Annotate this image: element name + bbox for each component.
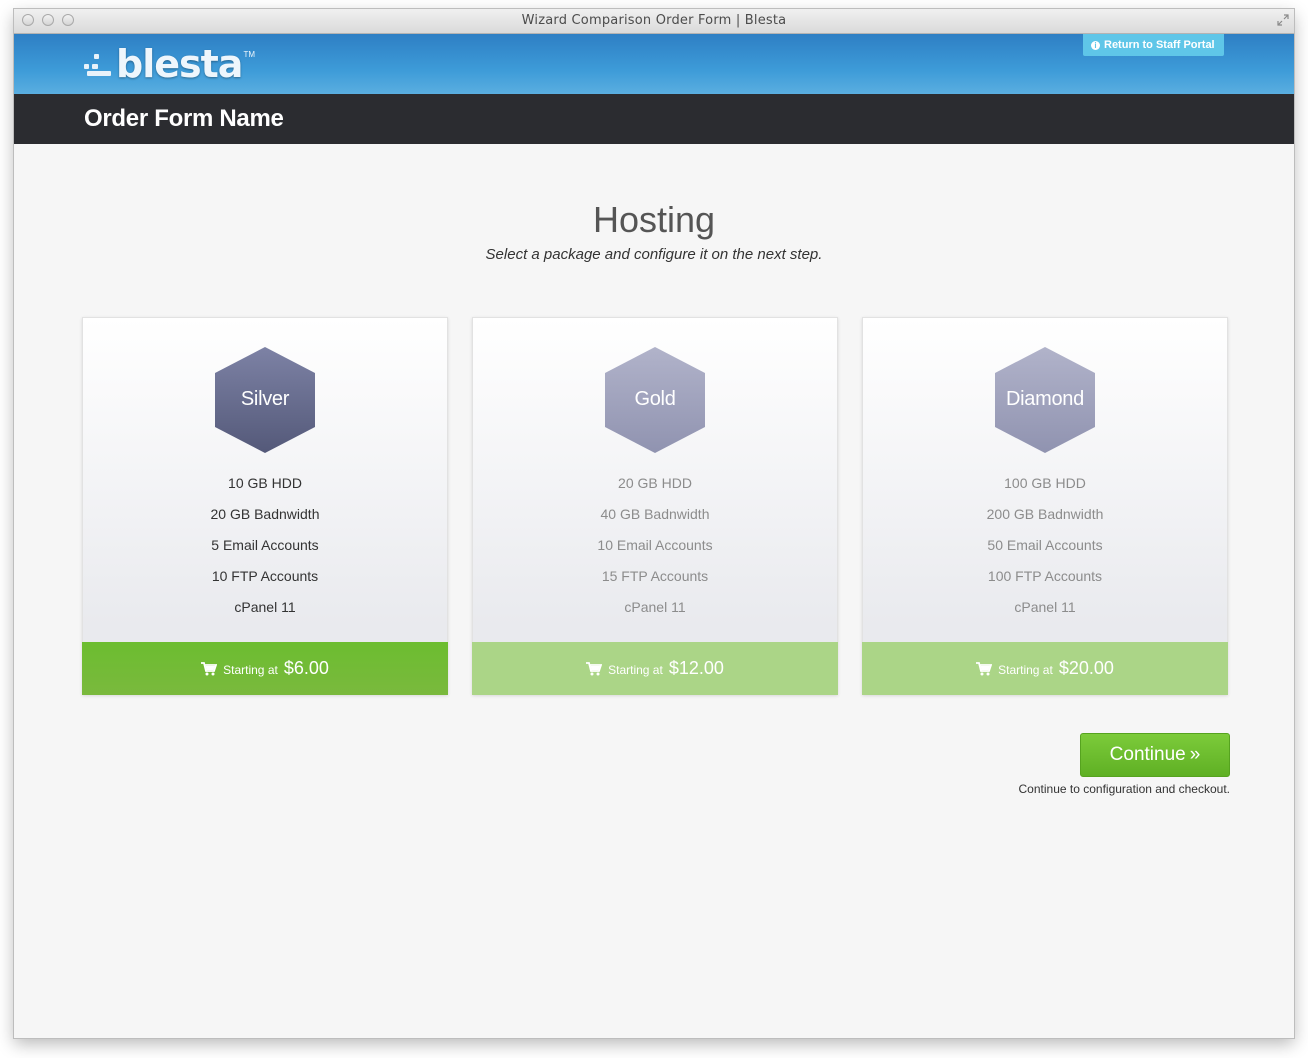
feature-item: cPanel 11	[234, 599, 296, 615]
site-header: blesta TM i Return to Staff Portal	[14, 34, 1294, 94]
window-titlebar: Wizard Comparison Order Form | Blesta	[14, 9, 1294, 34]
info-icon: i	[1091, 40, 1100, 50]
browser-window: Wizard Comparison Order Form | Blesta bl…	[14, 9, 1294, 1038]
price-button[interactable]: Starting at $12.00	[472, 642, 838, 695]
continue-button[interactable]: Continue »	[1080, 733, 1230, 777]
package-name: Diamond	[1006, 388, 1084, 410]
price-button[interactable]: Starting at $6.00	[82, 642, 448, 695]
fullscreen-icon[interactable]	[1277, 14, 1289, 26]
package-price: $6.00	[283, 658, 329, 678]
feature-item: 50 Email Accounts	[987, 537, 1103, 553]
feature-item: 100 FTP Accounts	[987, 568, 1103, 584]
package-card-silver[interactable]: Silver 10 GB HDD 20 GB Badnwidth 5 Email…	[82, 317, 448, 695]
starting-at-label: Starting at	[998, 663, 1053, 677]
feature-item: 5 Email Accounts	[211, 537, 319, 553]
blesta-logo-mark-icon	[84, 50, 114, 78]
feature-item: 100 GB HDD	[1004, 475, 1086, 491]
feature-list: 10 GB HDD 20 GB Badnwidth 5 Email Accoun…	[83, 474, 447, 629]
package-hexagon: Gold	[604, 347, 706, 453]
window-title: Wizard Comparison Order Form | Blesta	[521, 13, 787, 28]
continue-note: Continue to configuration and checkout.	[1018, 782, 1230, 796]
feature-item: 20 GB Badnwidth	[210, 506, 320, 522]
double-chevron-right-icon: »	[1189, 744, 1201, 765]
blesta-logo[interactable]: blesta TM	[84, 44, 255, 84]
price-button[interactable]: Starting at $20.00	[862, 642, 1228, 695]
feature-item: 40 GB Badnwidth	[600, 506, 710, 522]
order-form-name: Order Form Name	[84, 105, 284, 132]
package-card-diamond[interactable]: Diamond 100 GB HDD 200 GB Badnwidth 50 E…	[862, 317, 1228, 695]
package-hexagon: Silver	[214, 347, 316, 453]
feature-item: cPanel 11	[1014, 599, 1076, 615]
starting-at-label: Starting at	[223, 663, 278, 677]
starting-at-label: Starting at	[608, 663, 663, 677]
feature-item: cPanel 11	[624, 599, 686, 615]
package-price: $20.00	[1058, 658, 1114, 678]
feature-item: 10 FTP Accounts	[211, 568, 319, 584]
package-name: Gold	[634, 388, 676, 410]
shopping-cart-icon	[976, 661, 993, 675]
feature-item: 200 GB Badnwidth	[986, 506, 1104, 522]
package-hexagon: Diamond	[994, 347, 1096, 453]
feature-item: 15 FTP Accounts	[601, 568, 709, 584]
feature-list: 100 GB HDD 200 GB Badnwidth 50 Email Acc…	[863, 474, 1227, 629]
shopping-cart-icon	[201, 661, 218, 675]
logo-text: blesta	[116, 42, 243, 86]
feature-list: 20 GB HDD 40 GB Badnwidth 10 Email Accou…	[473, 474, 837, 629]
return-to-staff-portal-button[interactable]: i Return to Staff Portal	[1083, 34, 1224, 56]
continue-label: Continue	[1109, 744, 1186, 765]
feature-item: 10 GB HDD	[228, 475, 302, 491]
package-price: $12.00	[668, 658, 724, 678]
package-name: Silver	[240, 388, 290, 410]
page-subheading: Select a package and configure it on the…	[485, 246, 823, 263]
shopping-cart-icon	[586, 661, 603, 675]
feature-item: 20 GB HDD	[618, 475, 692, 491]
logo-trademark: TM	[243, 50, 255, 59]
order-form-bar: Order Form Name	[14, 94, 1294, 144]
staff-portal-label: Return to Staff Portal	[1104, 39, 1215, 51]
package-card-gold[interactable]: Gold 20 GB HDD 40 GB Badnwidth 10 Email …	[472, 317, 838, 695]
page-heading: Hosting	[592, 199, 716, 240]
feature-item: 10 Email Accounts	[597, 537, 713, 553]
